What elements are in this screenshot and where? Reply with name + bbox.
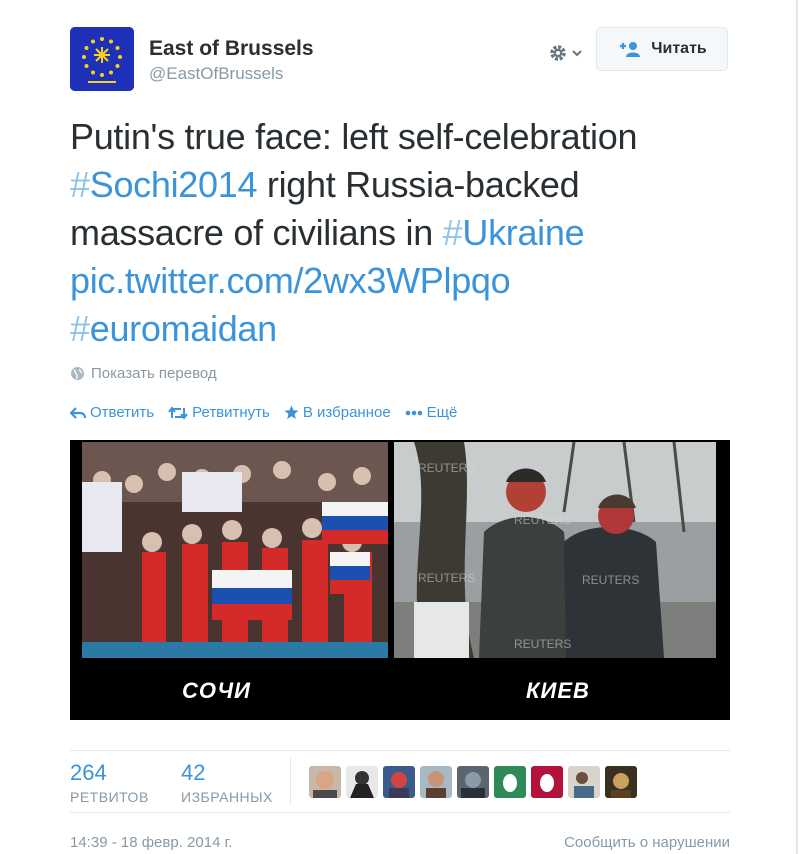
reply-button[interactable]: Ответить [70,404,154,421]
tweet-line: #euromaidan [70,305,760,353]
gear-dropdown-button[interactable] [544,39,586,67]
gear-icon [549,45,566,61]
favoriter-avatar[interactable] [605,766,637,798]
favoriter-avatar[interactable] [420,766,452,798]
favorite-label: В избранное [302,404,391,421]
follow-button[interactable]: Читать [596,27,728,71]
favoriter-avatar[interactable] [494,766,526,798]
add-user-icon [620,42,641,57]
retweet-button[interactable]: Ретвитнуть [168,404,270,421]
favorites-stat[interactable]: 42 ИЗБРАННЫХ [181,760,277,806]
author-handle[interactable]: @EastOfBrussels [149,63,314,85]
retweets-count: 264 [70,760,107,785]
avatar[interactable] [70,27,134,91]
more-label: Ещё [426,404,458,421]
pic-link[interactable]: pic.twitter.com/2wx3WPlpqo [70,257,760,305]
retweets-label: РЕТВИТОВ [70,789,149,805]
divider [70,812,730,813]
hashtag-euromaidan[interactable]: #euromaidan [70,308,277,349]
retweet-label: Ретвитнуть [192,404,270,421]
report-link[interactable]: Сообщить о нарушении [564,834,730,851]
sochi-photo [82,442,388,658]
favorites-count: 42 [181,760,206,785]
favoriter-avatar[interactable] [568,766,600,798]
timestamp: 14:39 - 18 февр. 2014 г. [70,834,233,851]
reply-label: Ответить [90,404,155,421]
favoriter-avatar[interactable] [383,766,415,798]
translate-label: Показать перевод [91,365,217,382]
tweet-line: Putin's true face: left self-celebration [70,116,638,157]
divider [290,758,291,804]
globe-icon [71,367,84,380]
right-caption: КИЕВ [526,678,590,703]
favoriter-avatar[interactable] [531,766,563,798]
reply-icon [70,406,86,419]
favoriters-avatars [309,766,637,798]
left-caption: СОЧИ [182,678,251,703]
more-button[interactable]: Ещё [405,404,458,421]
hashtag-ukraine[interactable]: #Ukraine [443,212,585,253]
tweet-actions: Ответить Ретвитнуть В избранное Ещё [70,404,457,421]
favorites-label: ИЗБРАННЫХ [181,789,273,805]
retweets-stat[interactable]: 264 РЕТВИТОВ [70,760,149,806]
retweet-icon [168,405,188,420]
tweet-text: Putin's true face: left self-celebration… [70,113,760,353]
chevron-down-icon [571,50,582,57]
tweet-header: East of Brussels @EastOfBrussels Читать [70,27,730,91]
more-dots-icon [405,410,422,415]
divider [70,750,730,751]
watermark: REUTERS [418,571,475,585]
tweet-media[interactable]: REUTERS REUTERS REUTERS REUTERS REUTERS … [70,440,730,720]
tweet-line: #Sochi2014 right Russia-backed [70,164,580,205]
favoriter-avatar[interactable] [457,766,489,798]
hashtag-sochi2014[interactable]: #Sochi2014 [70,164,257,205]
watermark: REUTERS [418,461,475,475]
translate-link[interactable]: Показать перевод [70,365,217,382]
watermark: REUTERS [514,637,571,651]
follow-button-label: Читать [651,40,707,57]
watermark: REUTERS [582,573,639,587]
author-name[interactable]: East of Brussels [149,37,314,61]
star-icon [284,405,299,419]
favoriter-avatar[interactable] [346,766,378,798]
favoriter-avatar[interactable] [309,766,341,798]
watermark: REUTERS [514,513,571,527]
tweet-line: massacre of civilians in #Ukraine [70,212,585,253]
favorite-button[interactable]: В избранное [284,404,391,421]
kiev-photo: REUTERS REUTERS REUTERS REUTERS REUTERS [394,442,716,658]
